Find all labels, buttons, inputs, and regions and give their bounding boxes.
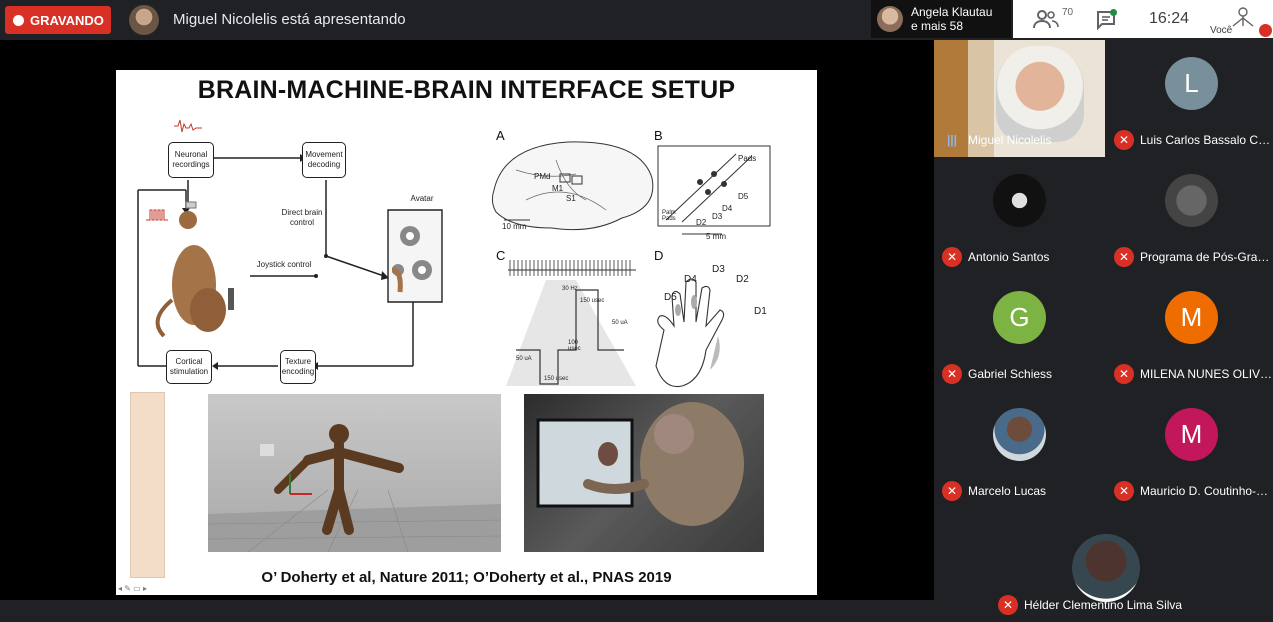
avatar-3d-image: [208, 394, 501, 552]
label-pads: Pads: [738, 154, 757, 163]
label-150usec-bottom: 150 usec: [544, 376, 569, 382]
label-5mm: 5 mm: [706, 232, 726, 241]
top-bar: GRAVANDO Miguel Nicolelis está apresenta…: [0, 0, 1273, 40]
participant-avatar: M: [1165, 291, 1218, 344]
chat-unread-dot: [1110, 9, 1117, 16]
label-palm-pads: Palm Pads: [662, 210, 676, 222]
viewer-name: Angela Klautau: [911, 5, 993, 19]
participant-name: Antonio Santos: [968, 250, 1050, 264]
mic-off-icon: ✕: [942, 247, 962, 267]
participant-name: Gabriel Schiess: [968, 367, 1053, 381]
label-b-d3: D3: [712, 212, 723, 221]
neuronal-recordings-box: Neuronal recordings: [168, 142, 214, 178]
people-count: 70: [1062, 7, 1074, 18]
label-50ua-left: 50 uA: [516, 356, 532, 362]
figure-panels: [491, 141, 771, 388]
label-50ua-right: 50 uA: [612, 320, 628, 326]
slide-thumbnail-strip: [130, 392, 165, 578]
label-b-d2: D2: [696, 218, 707, 227]
mic-off-icon: ✕: [1114, 247, 1134, 267]
joystick-control-label: Joystick control: [256, 260, 312, 269]
viewer-more: e mais 58: [911, 19, 964, 33]
participant-tile[interactable]: M ✕ Mauricio D. Coutinho-Fi...: [1106, 391, 1273, 508]
participant-name: MILENA NUNES OLIVEI...: [1140, 367, 1273, 381]
label-pmd: PMd: [534, 172, 551, 181]
mic-off-icon: ✕: [1114, 130, 1134, 150]
self-mic-off-icon: [1259, 24, 1272, 37]
people-icon[interactable]: [1033, 9, 1059, 29]
mic-off-icon: ✕: [1114, 364, 1134, 384]
presenter-avatar: [129, 5, 159, 35]
label-b-d4: D4: [722, 204, 733, 213]
viewer-avatar: [877, 6, 903, 32]
label-150usec-top: 150 usec: [580, 298, 605, 304]
movement-decoding-box: Movement decoding: [302, 142, 346, 178]
label-d-d3: D3: [712, 264, 725, 275]
presenting-text: Miguel Nicolelis está apresentando: [173, 11, 406, 28]
participant-tile[interactable]: ✕ Programa de Pós-Grad...: [1106, 157, 1273, 274]
label-s1: S1: [566, 194, 576, 203]
participant-tile[interactable]: M ✕ MILENA NUNES OLIVEI...: [1106, 274, 1273, 391]
direct-brain-control-label: Direct brain control: [281, 208, 323, 227]
recording-badge[interactable]: GRAVANDO: [5, 6, 111, 34]
mic-off-icon: ✕: [1114, 481, 1134, 501]
participant-name: Programa de Pós-Grad...: [1140, 250, 1273, 264]
participant-name: Miguel Nicolelis: [968, 133, 1052, 147]
participant-tile[interactable]: G ✕ Gabriel Schiess: [934, 274, 1105, 391]
label-d-d4: D4: [684, 274, 697, 285]
label-10mm: 10 mm: [502, 222, 527, 231]
presentation-slide: BRAIN-MACHINE-BRAIN INTERFACE SETUP Neur…: [116, 70, 817, 595]
label-d-d1: D1: [754, 306, 767, 317]
mic-off-icon: ✕: [942, 481, 962, 501]
participant-avatar: L: [1165, 57, 1218, 110]
participant-tile[interactable]: ✕ Hélder Clementino Lima Silva: [990, 508, 1222, 622]
record-dot-icon: [13, 14, 24, 26]
participant-tile[interactable]: ✕ Antonio Santos: [934, 157, 1105, 274]
slide-citation: O’ Doherty et al, Nature 2011; O’Doherty…: [261, 569, 672, 586]
participant-avatar: [1165, 174, 1218, 227]
monkey-photo: [524, 394, 764, 552]
label-100usec: 100 usec: [568, 340, 581, 352]
participant-name: Luis Carlos Bassalo Cri...: [1140, 133, 1273, 147]
participant-avatar: G: [993, 291, 1046, 344]
clock: 16:24: [1149, 10, 1190, 27]
label-d-d5: D5: [664, 292, 677, 303]
viewers-indicator[interactable]: Angela Klautau e mais 58: [871, 0, 1011, 38]
speaking-indicator-icon: |||: [946, 133, 958, 147]
participant-tile[interactable]: L ✕ Luis Carlos Bassalo Cri...: [1106, 40, 1273, 157]
self-label: Você: [1210, 25, 1233, 36]
participant-name: Hélder Clementino Lima Silva: [1024, 598, 1183, 612]
cortical-stimulation-box: Cortical stimulation: [166, 350, 212, 384]
label-d-d2: D2: [736, 274, 749, 285]
self-avatar-icon[interactable]: [1231, 6, 1255, 28]
participant-avatar: [993, 174, 1046, 227]
mic-off-icon: ✕: [942, 364, 962, 384]
label-b-d5: D5: [738, 192, 749, 201]
participant-name: Marcelo Lucas: [968, 484, 1047, 498]
video-feed: [996, 46, 1084, 142]
participant-tile[interactable]: ✕ Marcelo Lucas: [934, 391, 1105, 508]
participant-name: Mauricio D. Coutinho-Fi...: [1140, 484, 1273, 498]
avatar-label: Avatar: [410, 194, 434, 203]
participant-avatar: [1072, 534, 1140, 602]
label-m1: M1: [552, 184, 564, 193]
meeting-controls: 70 16:24 Você: [1013, 0, 1273, 38]
meeting-screen: GRAVANDO Miguel Nicolelis está apresenta…: [0, 0, 1273, 622]
participant-tile[interactable]: ||| Miguel Nicolelis: [934, 40, 1105, 157]
mic-off-icon: ✕: [998, 595, 1018, 615]
recording-label: GRAVANDO: [30, 12, 104, 28]
participant-avatar: M: [1165, 408, 1218, 461]
participant-avatar: [993, 408, 1046, 461]
label-30hz: 30 Hz: [562, 286, 578, 292]
texture-encoding-box: Texture encoding: [280, 350, 316, 384]
